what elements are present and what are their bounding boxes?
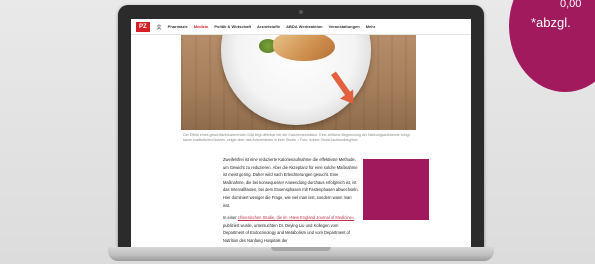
site-navbar: PZ Pharmazie Medizin Politik & Wirtschaf… bbox=[131, 19, 471, 35]
article-paragraph-1: Zweifelsfrei ist eine reduzierte Kalorie… bbox=[223, 157, 359, 208]
paragraph2-suffix: publiziert wurde, untersuchten Dr. Deyin… bbox=[223, 222, 350, 243]
nav-item-politik[interactable]: Politik & Wirtschaft bbox=[214, 24, 251, 29]
chicken-breast bbox=[273, 35, 335, 61]
price-badge-top-text: 0,00 bbox=[560, 0, 582, 10]
nav-item-pharmazie[interactable]: Pharmazie bbox=[168, 24, 188, 29]
laptop-notch bbox=[271, 247, 331, 251]
nav-item-medizin[interactable]: Medizin bbox=[194, 24, 209, 29]
paragraph2-prefix: In einer bbox=[223, 215, 238, 221]
site-logo[interactable]: PZ bbox=[136, 21, 150, 32]
price-badge-text: *abzgl. bbox=[531, 15, 571, 30]
laptop-mockup: PZ Pharmazie Medizin Politik & Wirtschaf… bbox=[108, 5, 494, 264]
nav-item-abda[interactable]: ABDA Werbeaktion bbox=[286, 24, 322, 29]
article-body: Zweifelsfrei ist eine reduzierte Kalorie… bbox=[223, 156, 359, 247]
nav-item-veranstaltungen[interactable]: Veranstaltungen bbox=[329, 24, 360, 29]
account-icon[interactable] bbox=[156, 24, 162, 30]
laptop-screen: PZ Pharmazie Medizin Politik & Wirtschaf… bbox=[131, 19, 471, 247]
article-paragraph-2: In einer chinesischen Studie, die im »Ne… bbox=[223, 214, 359, 244]
image-caption: Der Effekt eines gewichtsreduzierenden D… bbox=[183, 133, 410, 142]
nav-item-mehr[interactable]: Mehr bbox=[366, 24, 376, 29]
study-link[interactable]: chinesischen Studie, die im »New England… bbox=[238, 215, 354, 220]
hero-image bbox=[181, 35, 416, 130]
ad-placeholder[interactable] bbox=[363, 159, 429, 220]
nav-item-arzneistoffe[interactable]: Arzneistoffe bbox=[257, 24, 280, 29]
price-badge bbox=[509, 0, 595, 92]
camera-dot bbox=[299, 10, 303, 14]
